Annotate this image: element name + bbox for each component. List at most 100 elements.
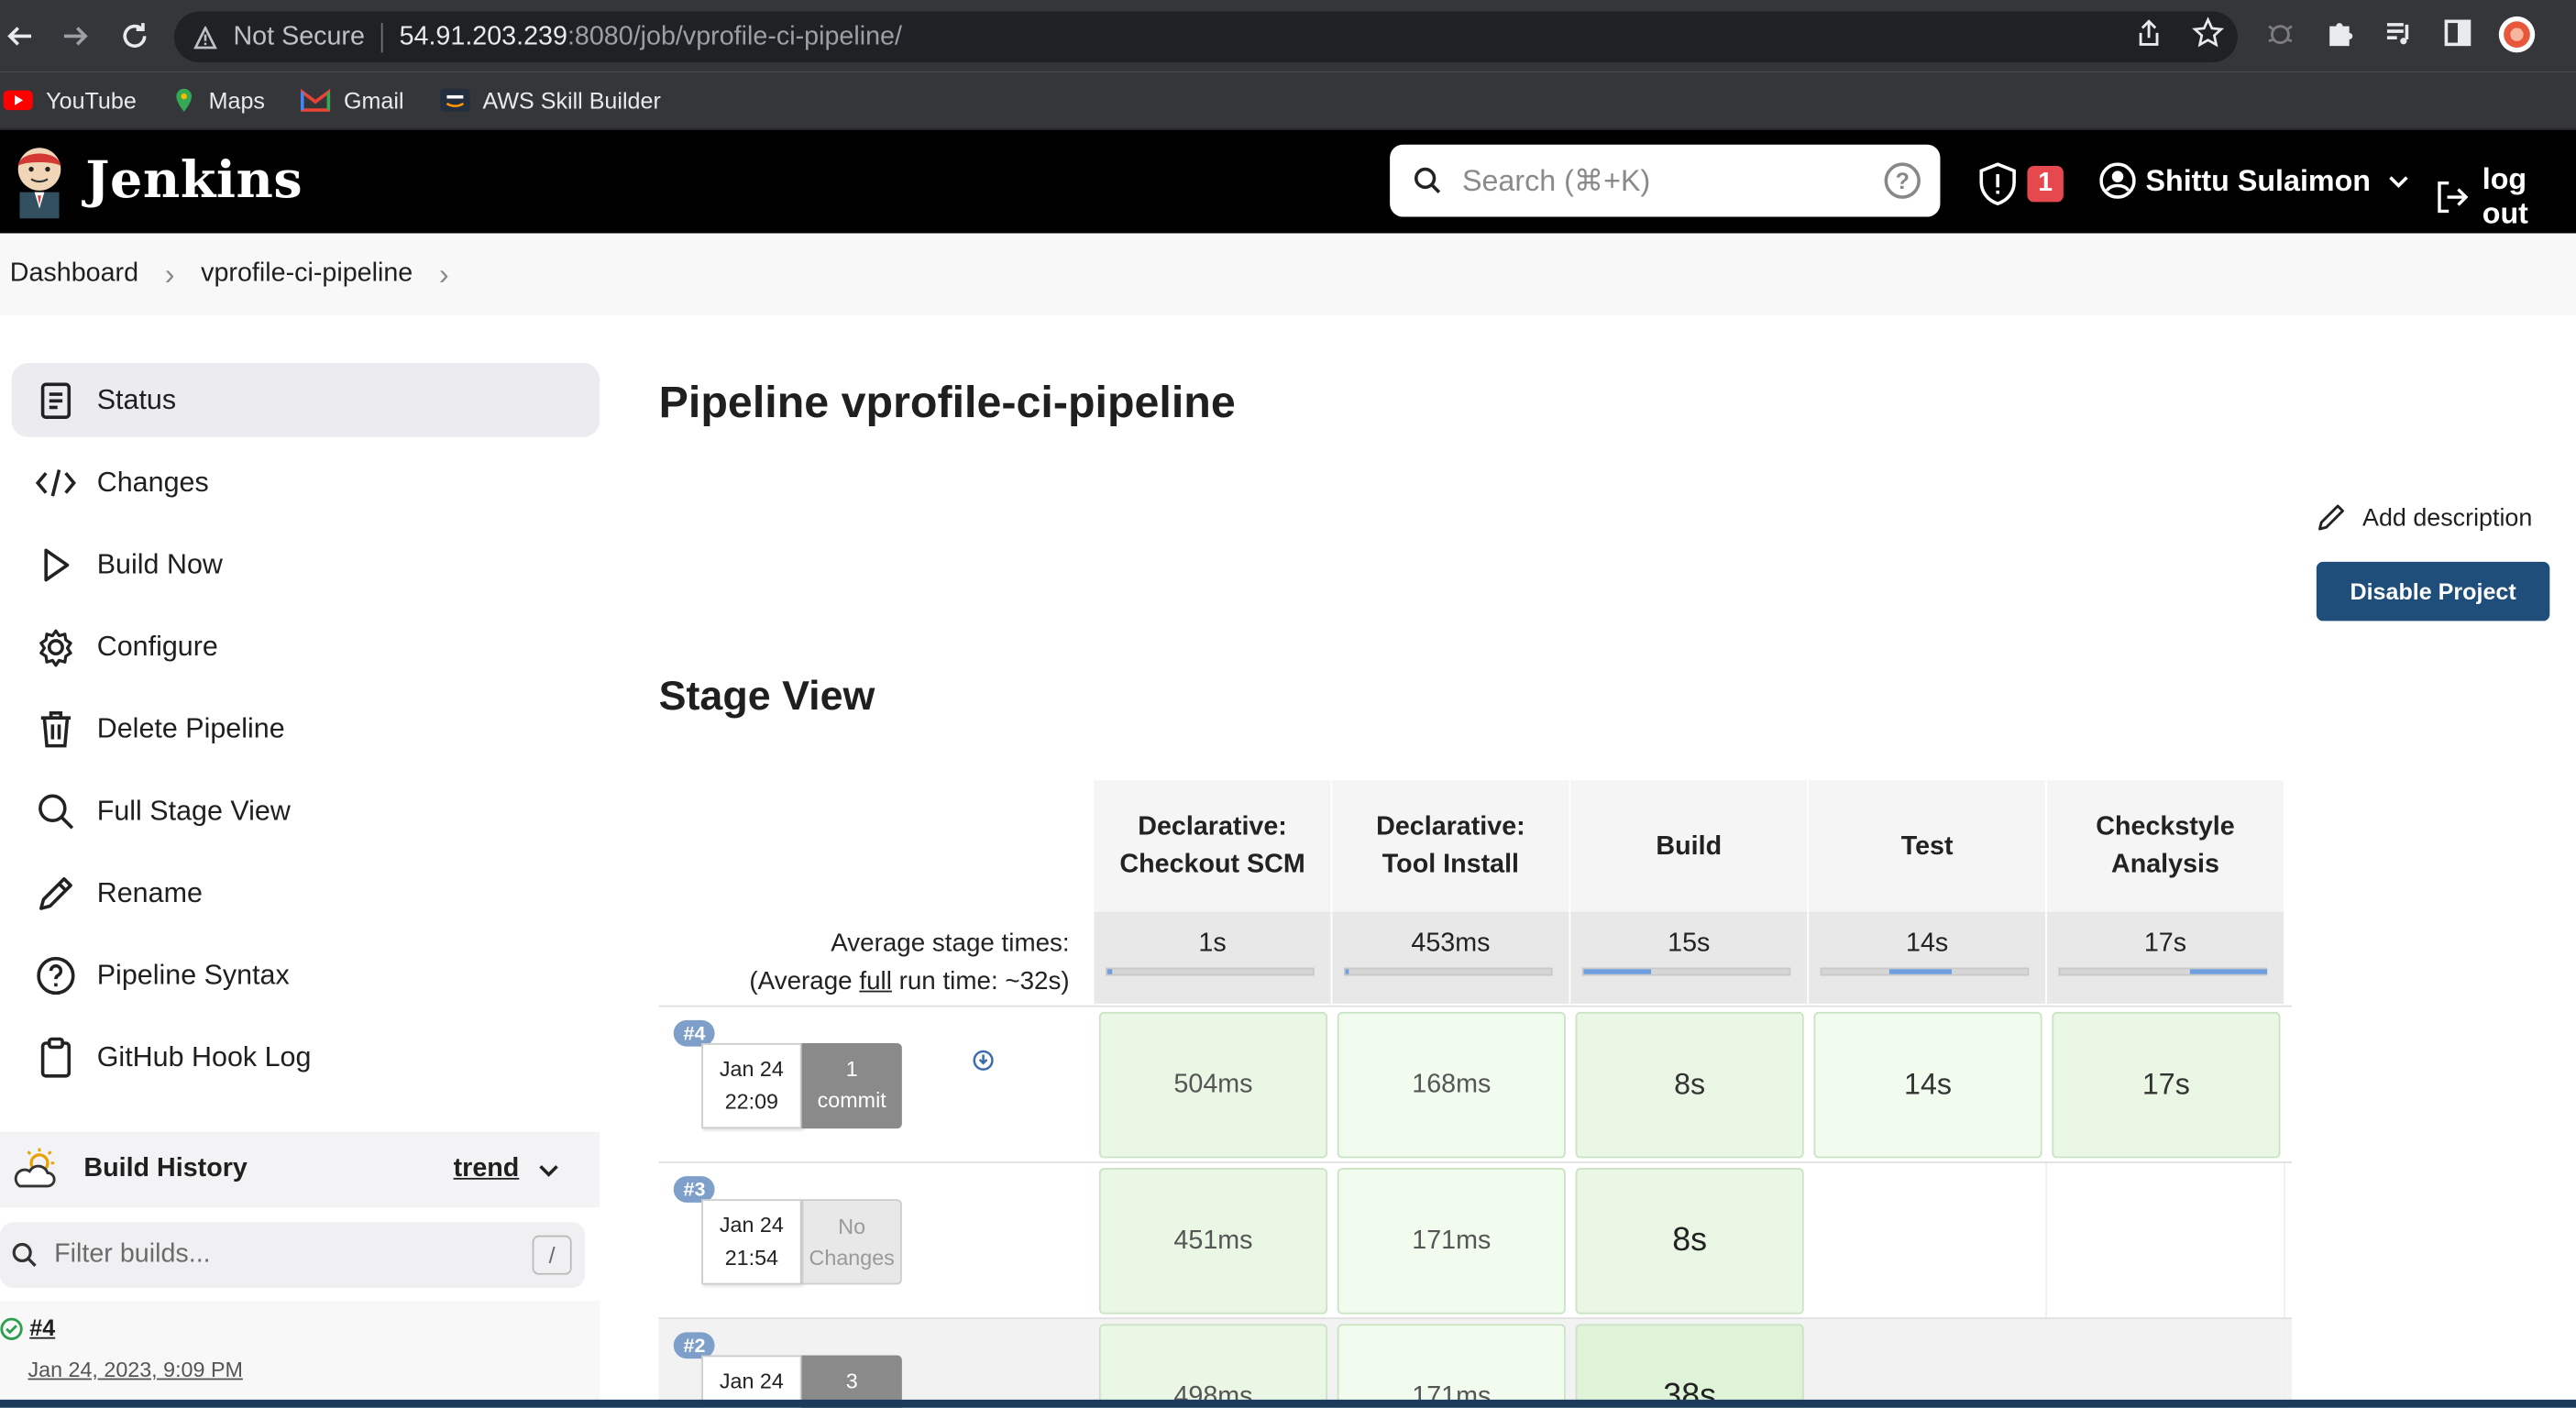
disable-project-button[interactable]: Disable Project	[2316, 561, 2550, 622]
bookmark-youtube[interactable]: YouTube	[3, 87, 137, 114]
warning-icon	[193, 25, 217, 49]
stage-cell[interactable]: 498ms	[1095, 1319, 1333, 1408]
average-time-bar-fill	[1345, 969, 1349, 974]
jenkins-home-link[interactable]: Jenkins	[10, 143, 303, 219]
search-icon	[35, 789, 78, 832]
stage-cell[interactable]: 451ms	[1095, 1163, 1333, 1319]
puzzle-icon[interactable]	[2323, 16, 2359, 52]
search-input[interactable]: Search (⌘+K) ?	[1390, 144, 1941, 217]
full-run-link[interactable]: full	[859, 968, 892, 996]
stage-cell[interactable]: 8s	[1570, 1007, 1809, 1163]
reload-icon[interactable]	[115, 16, 154, 56]
stage-cell-empty	[1809, 1319, 2047, 1408]
sidebar-item-label: Pipeline Syntax	[96, 958, 290, 990]
sidebar-item-delete-pipeline[interactable]: Delete Pipeline	[12, 691, 600, 765]
pencil-icon	[35, 872, 78, 915]
chevron-down-icon[interactable]	[537, 1158, 560, 1181]
stage-cell[interactable]: 171ms	[1332, 1163, 1570, 1319]
sidebar-item-full-stage-view[interactable]: Full Stage View	[12, 774, 600, 848]
sidebar-item-build-now[interactable]: Build Now	[12, 527, 600, 601]
bookmark-label: Gmail	[343, 86, 404, 114]
stage-duration: 8s	[1575, 1011, 1804, 1159]
add-description-link[interactable]: Add description	[2317, 502, 2532, 532]
stage-duration: 14s	[1813, 1011, 2042, 1159]
aws-icon	[439, 88, 470, 112]
average-time-value: 14s	[1906, 930, 1949, 958]
changes-line: Changes	[809, 1245, 895, 1270]
question-icon	[35, 953, 78, 996]
stage-header-line: Build	[1656, 831, 1723, 861]
stage-cell[interactable]: 504ms	[1095, 1007, 1333, 1163]
stage-cell-empty	[1809, 1162, 2047, 1320]
build-info: #4 Jan 24 22:09 1 commit	[659, 1007, 1095, 1163]
build-changes-box[interactable]: 1 commit	[801, 1042, 902, 1129]
trend-link[interactable]: trend	[454, 1155, 520, 1184]
media-queue-icon[interactable]	[2383, 16, 2418, 52]
sidebar-item-label: Changes	[96, 466, 209, 498]
sidebar-item-pipeline-syntax[interactable]: Pipeline Syntax	[12, 938, 600, 1012]
address-bar[interactable]: Not Secure 54.91.203.239:8080/job/vprofi…	[173, 11, 2238, 63]
security-warnings-button[interactable]: 1	[1978, 162, 2064, 206]
forward-icon[interactable]	[56, 16, 95, 56]
breadcrumb-dashboard[interactable]: Dashboard	[10, 259, 138, 289]
help-icon[interactable]: ?	[1884, 162, 1921, 199]
build-date-box: Jan 24 21:54	[701, 1199, 802, 1285]
stage-header: Checkstyle Analysis	[2046, 780, 2285, 912]
stage-cell[interactable]: 168ms	[1332, 1007, 1570, 1163]
sidebar-item-label: Full Stage View	[96, 794, 291, 826]
play-icon	[35, 543, 78, 586]
url-path: :8080/job/vprofile-ci-pipeline/	[567, 22, 902, 50]
sidebar-item-rename[interactable]: Rename	[12, 856, 600, 930]
sidebar-item-changes[interactable]: Changes	[12, 446, 600, 520]
stage-cell-empty	[2047, 1162, 2285, 1320]
stage-duration: 168ms	[1337, 1011, 1566, 1159]
bookmark-maps[interactable]: Maps	[172, 87, 265, 114]
sidebar-item-label: GitHub Hook Log	[96, 1040, 312, 1072]
build-date: Jan 24	[719, 1212, 784, 1238]
download-icon[interactable]	[973, 1050, 994, 1071]
bookmark-gmail[interactable]: Gmail	[301, 86, 404, 114]
build-date-link[interactable]: Jan 24, 2023, 9:09 PM	[28, 1357, 242, 1381]
stage-header: Declarative: Checkout SCM	[1094, 780, 1333, 912]
build-history-header: Build History trend	[0, 1131, 600, 1208]
stage-header-line: Declarative:	[1376, 813, 1525, 842]
build-changes-box: No Changes	[801, 1199, 902, 1285]
back-icon[interactable]	[0, 16, 39, 56]
build-history-title: Build History	[83, 1154, 248, 1183]
search-placeholder: Search (⌘+K)	[1461, 163, 1651, 197]
extension-bug-icon[interactable]	[2264, 16, 2300, 52]
stage-cell[interactable]: 38s	[1570, 1319, 1809, 1408]
stage-cell[interactable]: 14s	[1809, 1007, 2047, 1163]
profile-avatar[interactable]	[2497, 15, 2536, 53]
stage-cell[interactable]: 171ms	[1332, 1319, 1570, 1408]
logout-link[interactable]: log out	[2435, 162, 2576, 231]
average-time-cell: 15s	[1570, 911, 1810, 1004]
stage-header-line: Checkout SCM	[1119, 851, 1305, 879]
changes-line: commit	[817, 1087, 886, 1113]
filter-builds-input[interactable]: Filter builds... /	[0, 1222, 585, 1289]
average-time-bar-fill	[2189, 969, 2268, 974]
breadcrumb-chevron-icon[interactable]: ›	[439, 257, 449, 292]
build-row: #3 Jan 24 21:54 No Changes 451ms 171ms 8s	[658, 1161, 2292, 1320]
build-number-link[interactable]: #4	[29, 1314, 55, 1341]
sidebar-item-configure[interactable]: Configure	[12, 610, 600, 684]
build-row: #4 Jan 24 22:09 1 commit 504ms 168ms 8s 14…	[658, 1005, 2292, 1163]
stage-cell[interactable]: 8s	[1570, 1163, 1809, 1319]
avg-line-2-pre: (Average	[749, 967, 860, 996]
breadcrumb-job[interactable]: vprofile-ci-pipeline	[201, 259, 413, 289]
share-icon[interactable]	[2132, 16, 2168, 52]
side-panel-icon[interactable]	[2441, 16, 2477, 52]
build-date-box: Jan 24 22:09	[701, 1042, 802, 1129]
sidebar-item-status[interactable]: Status	[11, 363, 600, 437]
sidebar-item-github-hook-log[interactable]: GitHub Hook Log	[12, 1020, 600, 1094]
bookmark-aws[interactable]: AWS Skill Builder	[439, 87, 661, 114]
stage-cell[interactable]: 17s	[2047, 1007, 2285, 1163]
stage-duration: 451ms	[1098, 1168, 1328, 1314]
stage-view-title: Stage View	[658, 673, 875, 720]
gmail-icon	[301, 88, 331, 112]
clipboard-icon	[35, 1036, 78, 1079]
stage-view-table: Declarative: Checkout SCM Declarative: Too…	[658, 780, 2292, 1408]
stage-header: Test	[1809, 780, 2047, 912]
bookmark-star-icon[interactable]	[2192, 16, 2228, 52]
user-menu[interactable]: Shittu Sulaimon	[2099, 162, 2410, 199]
